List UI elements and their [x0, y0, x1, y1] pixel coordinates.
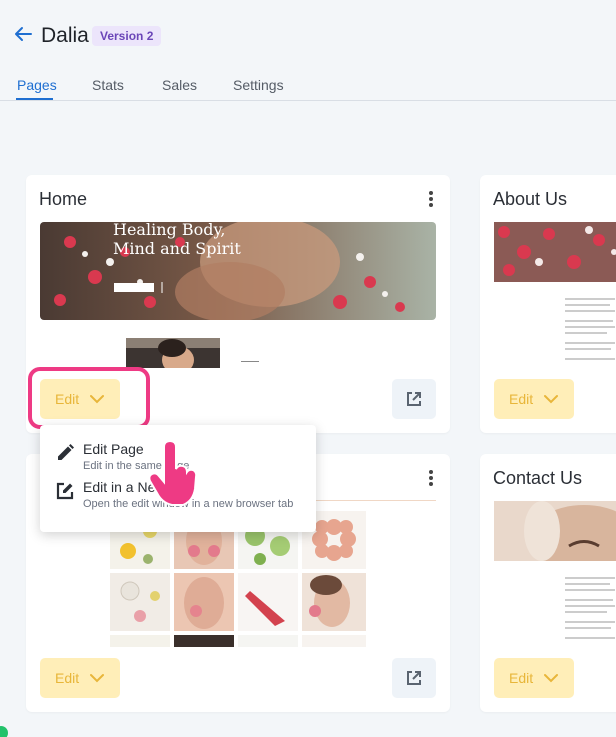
edit-button[interactable]: Edit: [494, 379, 574, 419]
chevron-down-icon: [544, 674, 558, 683]
card-title: Contact Us: [493, 468, 583, 488]
page-preview-flowers: [494, 222, 616, 282]
preview-text-line: [241, 361, 259, 362]
page-card-about-us[interactable]: About Us Edit: [480, 175, 616, 433]
tab-bar: Pages Stats Sales Settings: [0, 75, 616, 101]
edit-external-icon: [56, 482, 74, 500]
more-options-icon[interactable]: [428, 470, 434, 486]
status-dot: [0, 726, 8, 737]
menu-item-title: Edit Page: [83, 441, 144, 457]
edit-button[interactable]: Edit: [40, 658, 120, 698]
hero-heading-line1: Healing Body,: [113, 222, 226, 239]
site-title: Dalia: [41, 24, 89, 47]
page-preview-text-block: [565, 576, 616, 646]
more-options-icon[interactable]: [428, 191, 434, 207]
open-external-button[interactable]: [392, 379, 436, 419]
edit-label: Edit: [55, 670, 80, 686]
chevron-down-icon: [544, 395, 558, 404]
back-arrow-icon[interactable]: [14, 26, 32, 42]
tab-settings[interactable]: Settings: [233, 77, 284, 93]
chevron-down-icon: [90, 674, 104, 683]
tab-stats[interactable]: Stats: [92, 77, 124, 93]
active-tab-indicator: [16, 98, 53, 100]
page-preview-hero: Healing Body, Mind and Spirit: [40, 222, 436, 320]
app-header: Dalia Version 2 Pages Stats Sales Settin…: [0, 0, 616, 101]
card-title: Home: [39, 189, 88, 209]
pencil-icon: [58, 444, 74, 460]
page-preview-face: [494, 501, 616, 561]
open-external-button[interactable]: [392, 658, 436, 698]
page-card-contact-us[interactable]: Contact Us Edit: [480, 454, 616, 712]
tab-pages[interactable]: Pages: [17, 77, 57, 93]
edit-label: Edit: [509, 391, 534, 407]
card-title: About Us: [493, 189, 568, 209]
page-preview-portrait: [126, 338, 220, 368]
edit-label: Edit: [509, 670, 534, 686]
edit-button-highlight: [28, 367, 150, 429]
edit-button[interactable]: Edit: [494, 658, 574, 698]
tab-sales[interactable]: Sales: [162, 77, 197, 93]
hero-heading-line2: Mind and Spirit: [113, 239, 241, 258]
page-preview-text-block: [565, 297, 616, 367]
hand-pointer-icon: [148, 441, 198, 506]
version-badge: Version 2: [92, 26, 162, 46]
external-link-icon: [407, 392, 421, 406]
external-link-icon: [407, 671, 421, 685]
